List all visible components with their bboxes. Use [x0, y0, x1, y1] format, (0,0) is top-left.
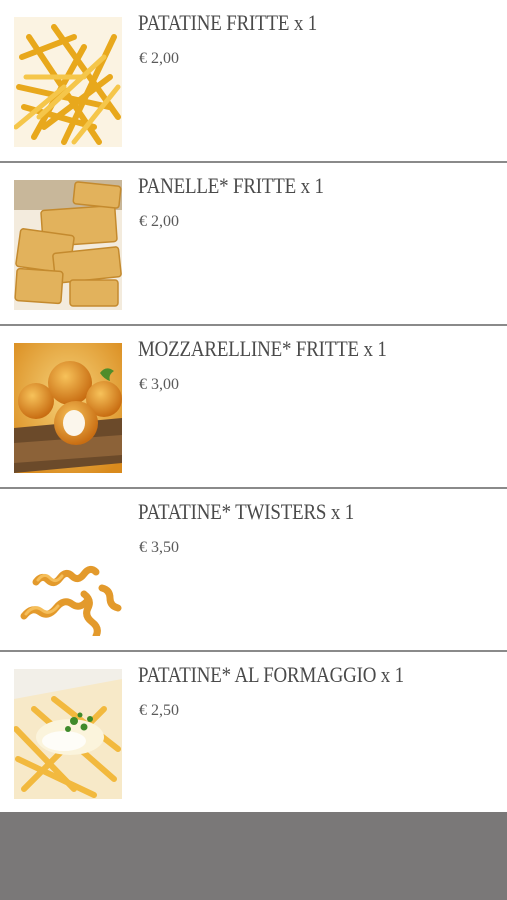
list-item[interactable]: PANELLE* FRITTE x 1 € 2,00: [0, 163, 507, 326]
cheese-fries-image: [14, 669, 122, 799]
item-title: PATATINE* TWISTERS x 1: [138, 499, 354, 524]
list-item[interactable]: PATATINE* AL FORMAGGIO x 1 € 2,50: [0, 652, 507, 815]
french-fries-image: [14, 17, 122, 147]
twisters-image: [14, 506, 122, 636]
item-price: € 3,00: [139, 376, 179, 393]
item-price: € 3,50: [139, 539, 179, 556]
item-title: MOZZARELLINE* FRITTE x 1: [138, 336, 387, 361]
item-price: € 2,00: [139, 50, 179, 67]
item-price: € 2,50: [139, 702, 179, 719]
bottom-bar: [0, 812, 507, 900]
list-item[interactable]: PATATINE FRITTE x 1 € 2,00: [0, 0, 507, 163]
product-list: PATATINE FRITTE x 1 € 2,00 PANELLE* FRIT…: [0, 0, 507, 815]
panelle-image: [14, 180, 122, 310]
item-title: PANELLE* FRITTE x 1: [138, 173, 324, 198]
item-title: PATATINE FRITTE x 1: [138, 10, 318, 35]
list-item[interactable]: PATATINE* TWISTERS x 1 € 3,50: [0, 489, 507, 652]
list-item[interactable]: MOZZARELLINE* FRITTE x 1 € 3,00: [0, 326, 507, 489]
item-price: € 2,00: [139, 213, 179, 230]
mozzarelline-image: [14, 343, 122, 473]
item-title: PATATINE* AL FORMAGGIO x 1: [138, 662, 404, 687]
